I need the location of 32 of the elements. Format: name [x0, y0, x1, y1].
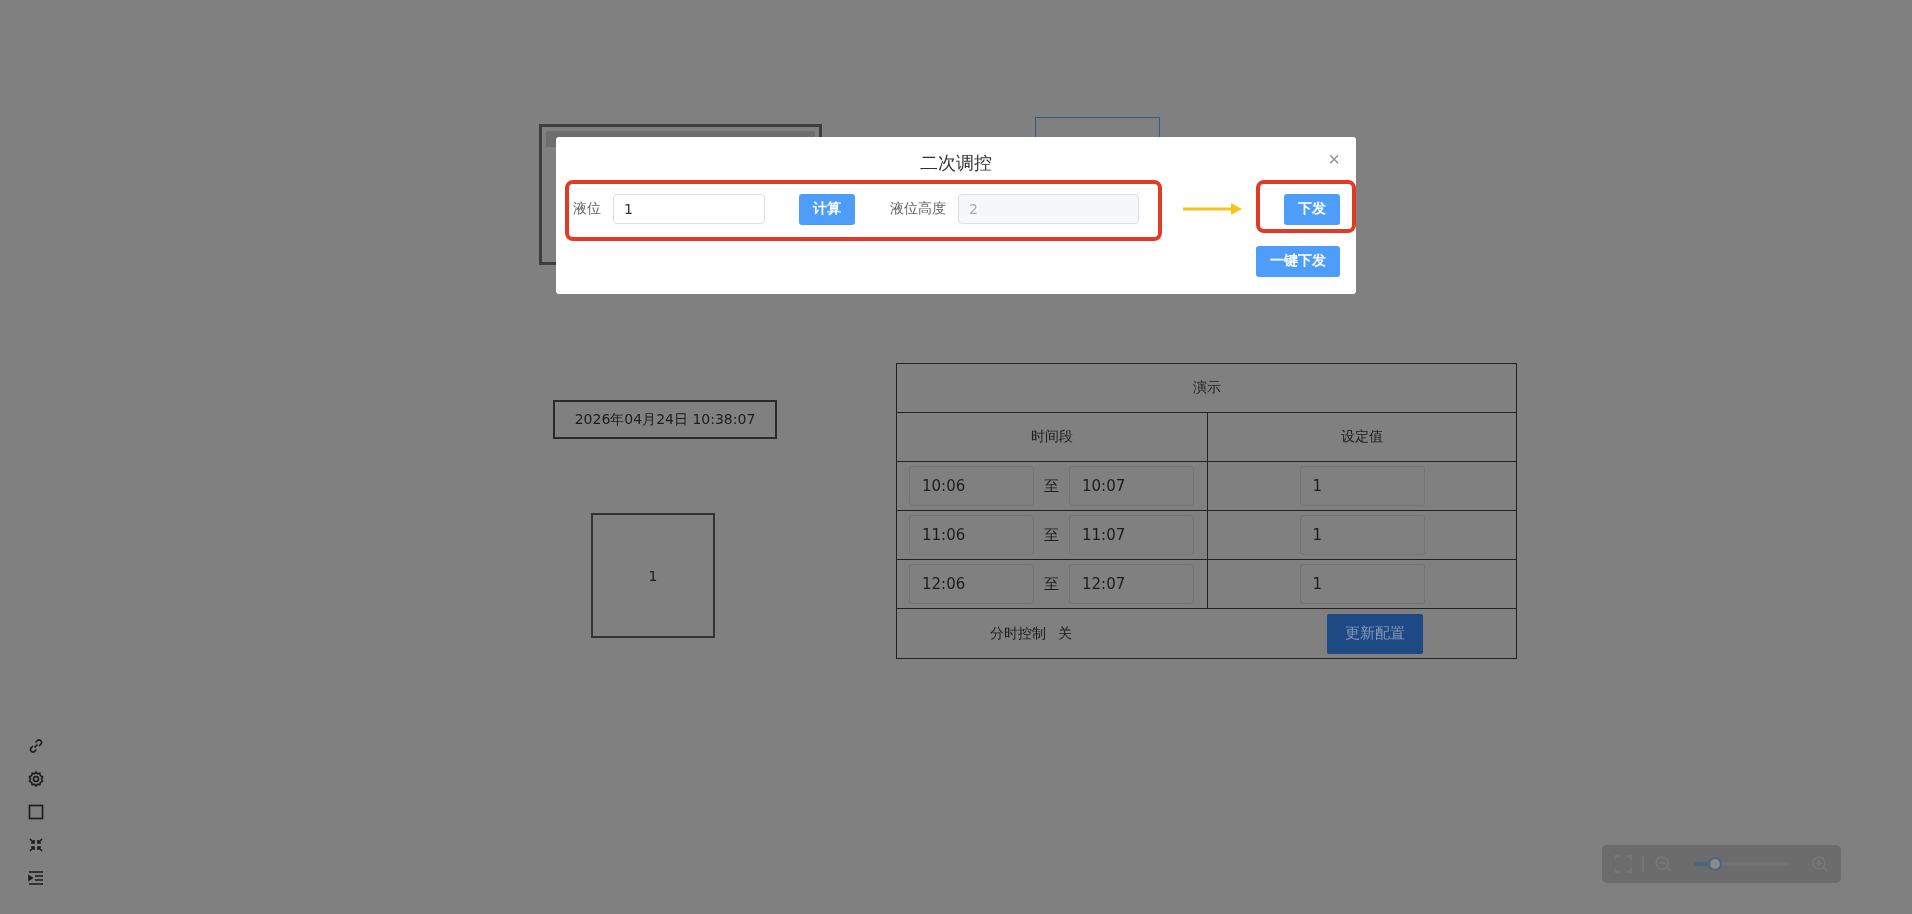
time-input[interactable]: 12:06	[909, 564, 1034, 604]
time-input[interactable]: 11:07	[1069, 515, 1194, 555]
time-input[interactable]: 11:06	[909, 515, 1034, 555]
dialog-title: 二次调控	[920, 151, 992, 175]
indent-icon[interactable]	[26, 868, 46, 888]
field-label: 液位高度	[890, 200, 946, 218]
time-input[interactable]: 12:07	[1069, 564, 1194, 604]
time-input[interactable]: 10:06	[909, 466, 1034, 506]
value-input[interactable]: 1	[1299, 564, 1425, 604]
input-field[interactable]: 1	[613, 194, 765, 224]
square-icon[interactable]	[26, 802, 46, 822]
column-header: 时间段	[1031, 428, 1073, 446]
send-all-button[interactable]: 一键下发	[1256, 245, 1340, 277]
field-label: 液位	[573, 200, 601, 218]
datetime-display: 2026年04月24日 10:38:07	[553, 400, 777, 439]
table-title: 演示	[1192, 379, 1221, 397]
column-header: 设定值	[1341, 428, 1383, 446]
update-config-button[interactable]: 更新配置	[1327, 613, 1423, 654]
value-display: 1	[591, 513, 715, 638]
value-input[interactable]: 1	[1299, 515, 1425, 555]
separator-text: 至	[1044, 525, 1059, 545]
close-button[interactable]: ×	[1328, 149, 1340, 169]
arrow-icon	[1183, 202, 1243, 216]
separator-text: 至	[1044, 476, 1059, 496]
calculate-button[interactable]: 计算	[799, 193, 855, 225]
value-input[interactable]: 1	[1299, 466, 1425, 506]
separator-text: 至	[1044, 574, 1059, 594]
time-input[interactable]: 10:07	[1069, 466, 1194, 506]
send-button[interactable]: 下发	[1284, 193, 1340, 225]
settings-icon[interactable]	[26, 769, 46, 789]
control-state: 关	[1058, 624, 1072, 643]
control-label: 分时控制	[990, 624, 1046, 643]
